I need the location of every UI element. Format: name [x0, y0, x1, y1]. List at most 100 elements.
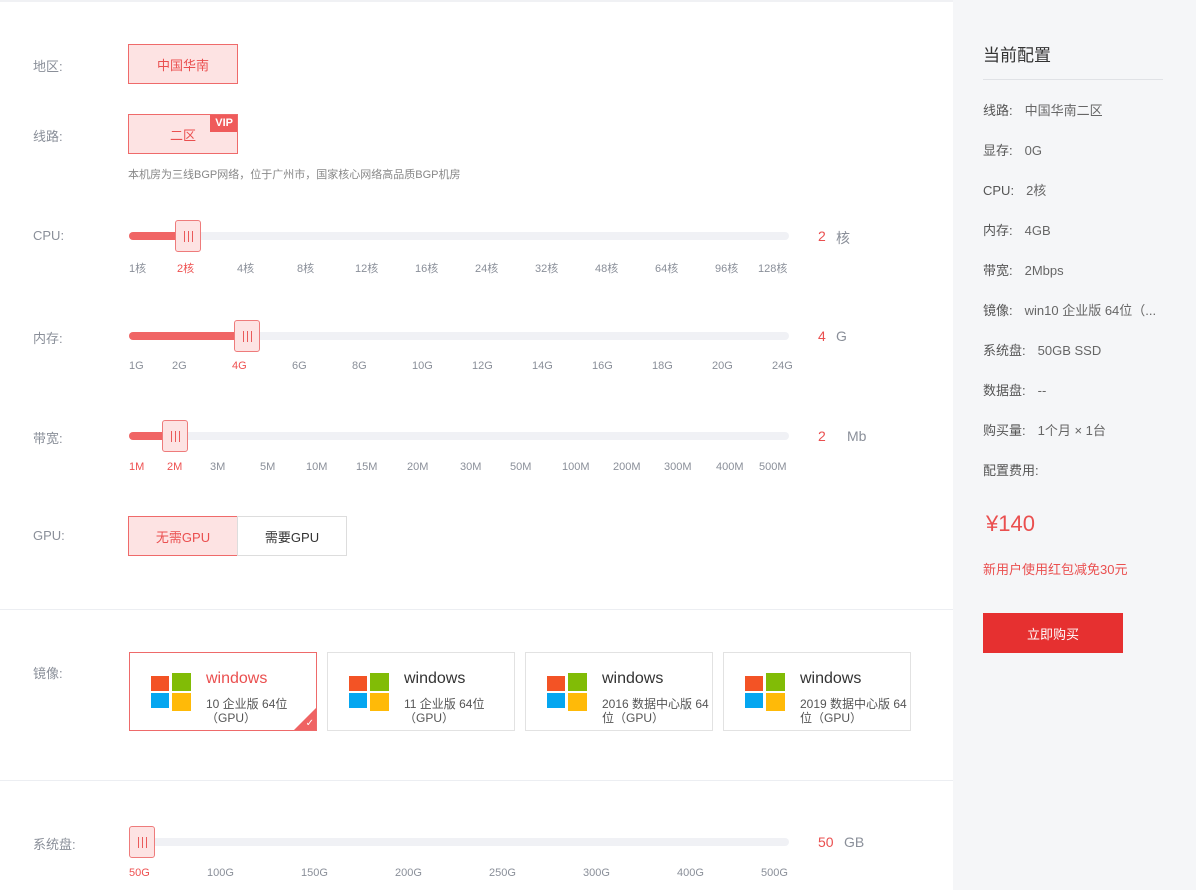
- slider-tick[interactable]: 20M: [407, 461, 428, 473]
- price-value: ¥140: [986, 511, 1035, 536]
- image-label: 镜像:: [33, 666, 63, 681]
- slider-tick[interactable]: 50M: [510, 461, 531, 473]
- buy-now-button[interactable]: 立即购买: [983, 613, 1123, 653]
- slider-tick[interactable]: 48核: [595, 260, 618, 276]
- summary-key: 配置费用:: [983, 463, 1039, 478]
- image-option-card[interactable]: windows 2016 数据中心版 64位（GPU）: [525, 652, 713, 731]
- system-disk-value: 50: [818, 834, 834, 850]
- slider-tick[interactable]: 18G: [652, 360, 673, 372]
- windows-logo-icon: [349, 673, 389, 711]
- slider-tick[interactable]: 4G: [232, 360, 247, 372]
- slider-tick[interactable]: 500G: [761, 867, 788, 879]
- bandwidth-slider[interactable]: [129, 420, 789, 452]
- slider-tick[interactable]: 2M: [167, 461, 182, 473]
- gpu-option-required[interactable]: 需要GPU: [237, 516, 347, 556]
- cpu-unit: 核: [836, 230, 850, 246]
- config-panel: 地区: 中国华南 线路: 二区 VIP 本机房为三线BGP网络，位于广州市，国家…: [0, 0, 953, 890]
- summary-key: 线路:: [983, 103, 1013, 118]
- slider-tick[interactable]: 200M: [613, 461, 641, 473]
- windows-logo-icon: [547, 673, 587, 711]
- slider-tick[interactable]: 12G: [472, 360, 493, 372]
- slider-tick[interactable]: 150G: [301, 867, 328, 879]
- cpu-ticks: 1核 2核 4核 8核 12核 16核 24核 32核 48核 64核 96核 128核: [129, 260, 789, 276]
- slider-tick[interactable]: 6G: [292, 360, 307, 372]
- slider-tick[interactable]: 8核: [297, 260, 314, 276]
- slider-tick[interactable]: 400G: [677, 867, 704, 879]
- image-option-card[interactable]: windows 10 企业版 64位（GPU） ✓: [129, 652, 317, 731]
- line-option-zone2[interactable]: 二区 VIP: [128, 114, 238, 154]
- memory-unit: G: [836, 328, 847, 344]
- image-name: windows: [404, 670, 466, 687]
- slider-tick[interactable]: 300M: [664, 461, 692, 473]
- system-disk-slider[interactable]: [129, 826, 789, 858]
- slider-tick[interactable]: 5M: [260, 461, 275, 473]
- slider-tick[interactable]: 96核: [715, 260, 738, 276]
- slider-tick[interactable]: 500M: [759, 461, 787, 473]
- gpu-label: GPU:: [33, 528, 65, 543]
- memory-slider-fill: [129, 332, 247, 340]
- summary-value: 1个月 × 1台: [1037, 423, 1106, 438]
- summary-row: 带宽: 2Mbps: [983, 260, 1064, 279]
- summary-value: 2Mbps: [1024, 263, 1064, 278]
- slider-tick[interactable]: 1M: [129, 461, 144, 473]
- section-divider: [0, 780, 953, 781]
- slider-tick[interactable]: 50G: [129, 867, 150, 879]
- slider-tick[interactable]: 250G: [489, 867, 516, 879]
- slider-tick[interactable]: 3M: [210, 461, 225, 473]
- slider-tick[interactable]: 24G: [772, 360, 793, 372]
- image-option-card[interactable]: windows 11 企业版 64位（GPU）: [327, 652, 515, 731]
- summary-value: 2核: [1026, 183, 1047, 198]
- summary-key: CPU:: [983, 183, 1015, 198]
- region-option-south-china[interactable]: 中国华南: [128, 44, 238, 84]
- slider-tick[interactable]: 1G: [129, 360, 144, 372]
- summary-key: 数据盘:: [983, 383, 1026, 398]
- slider-tick[interactable]: 20G: [712, 360, 733, 372]
- windows-logo-icon: [151, 673, 191, 711]
- memory-slider[interactable]: [129, 320, 789, 352]
- summary-key: 镜像:: [983, 303, 1013, 318]
- slider-tick[interactable]: 128核: [758, 260, 787, 276]
- slider-tick[interactable]: 14G: [532, 360, 553, 372]
- image-name: windows: [602, 670, 664, 687]
- summary-value: 50GB SSD: [1037, 343, 1102, 358]
- bandwidth-slider-handle[interactable]: [162, 420, 188, 452]
- system-disk-slider-handle[interactable]: [129, 826, 155, 858]
- slider-tick[interactable]: 1核: [129, 260, 146, 276]
- image-option-card[interactable]: windows 2019 数据中心版 64位（GPU）: [723, 652, 911, 731]
- slider-tick[interactable]: 10M: [306, 461, 327, 473]
- cpu-slider-handle[interactable]: [175, 220, 201, 252]
- slider-tick[interactable]: 30M: [460, 461, 481, 473]
- cpu-slider[interactable]: [129, 220, 789, 252]
- slider-tick[interactable]: 24核: [475, 260, 498, 276]
- slider-tick[interactable]: 32核: [535, 260, 558, 276]
- windows-logo-icon: [745, 673, 785, 711]
- summary-key: 内存:: [983, 223, 1013, 238]
- summary-row: 内存: 4GB: [983, 220, 1051, 239]
- slider-tick[interactable]: 100M: [562, 461, 590, 473]
- slider-tick[interactable]: 8G: [352, 360, 367, 372]
- slider-tick[interactable]: 2G: [172, 360, 187, 372]
- slider-tick[interactable]: 64核: [655, 260, 678, 276]
- slider-tick[interactable]: 10G: [412, 360, 433, 372]
- slider-tick[interactable]: 12核: [355, 260, 378, 276]
- system-disk-label: 系统盘:: [33, 837, 76, 852]
- slider-tick[interactable]: 300G: [583, 867, 610, 879]
- section-divider: [0, 609, 953, 610]
- slider-tick[interactable]: 200G: [395, 867, 422, 879]
- slider-tick[interactable]: 100G: [207, 867, 234, 879]
- summary-row: 配置费用:: [983, 460, 1051, 479]
- summary-value: win10 企业版 64位（...: [1024, 303, 1157, 318]
- summary-row: 线路: 中国华南二区: [983, 100, 1103, 119]
- slider-tick[interactable]: 16核: [415, 260, 438, 276]
- memory-label: 内存:: [33, 331, 63, 346]
- summary-key: 显存:: [983, 143, 1013, 158]
- image-name: windows: [800, 670, 862, 687]
- memory-slider-handle[interactable]: [234, 320, 260, 352]
- gpu-option-none[interactable]: 无需GPU: [128, 516, 238, 556]
- image-desc: 11 企业版 64位（GPU）: [404, 697, 485, 725]
- slider-tick[interactable]: 16G: [592, 360, 613, 372]
- slider-tick[interactable]: 2核: [177, 260, 194, 276]
- slider-tick[interactable]: 4核: [237, 260, 254, 276]
- slider-tick[interactable]: 15M: [356, 461, 377, 473]
- slider-tick[interactable]: 400M: [716, 461, 744, 473]
